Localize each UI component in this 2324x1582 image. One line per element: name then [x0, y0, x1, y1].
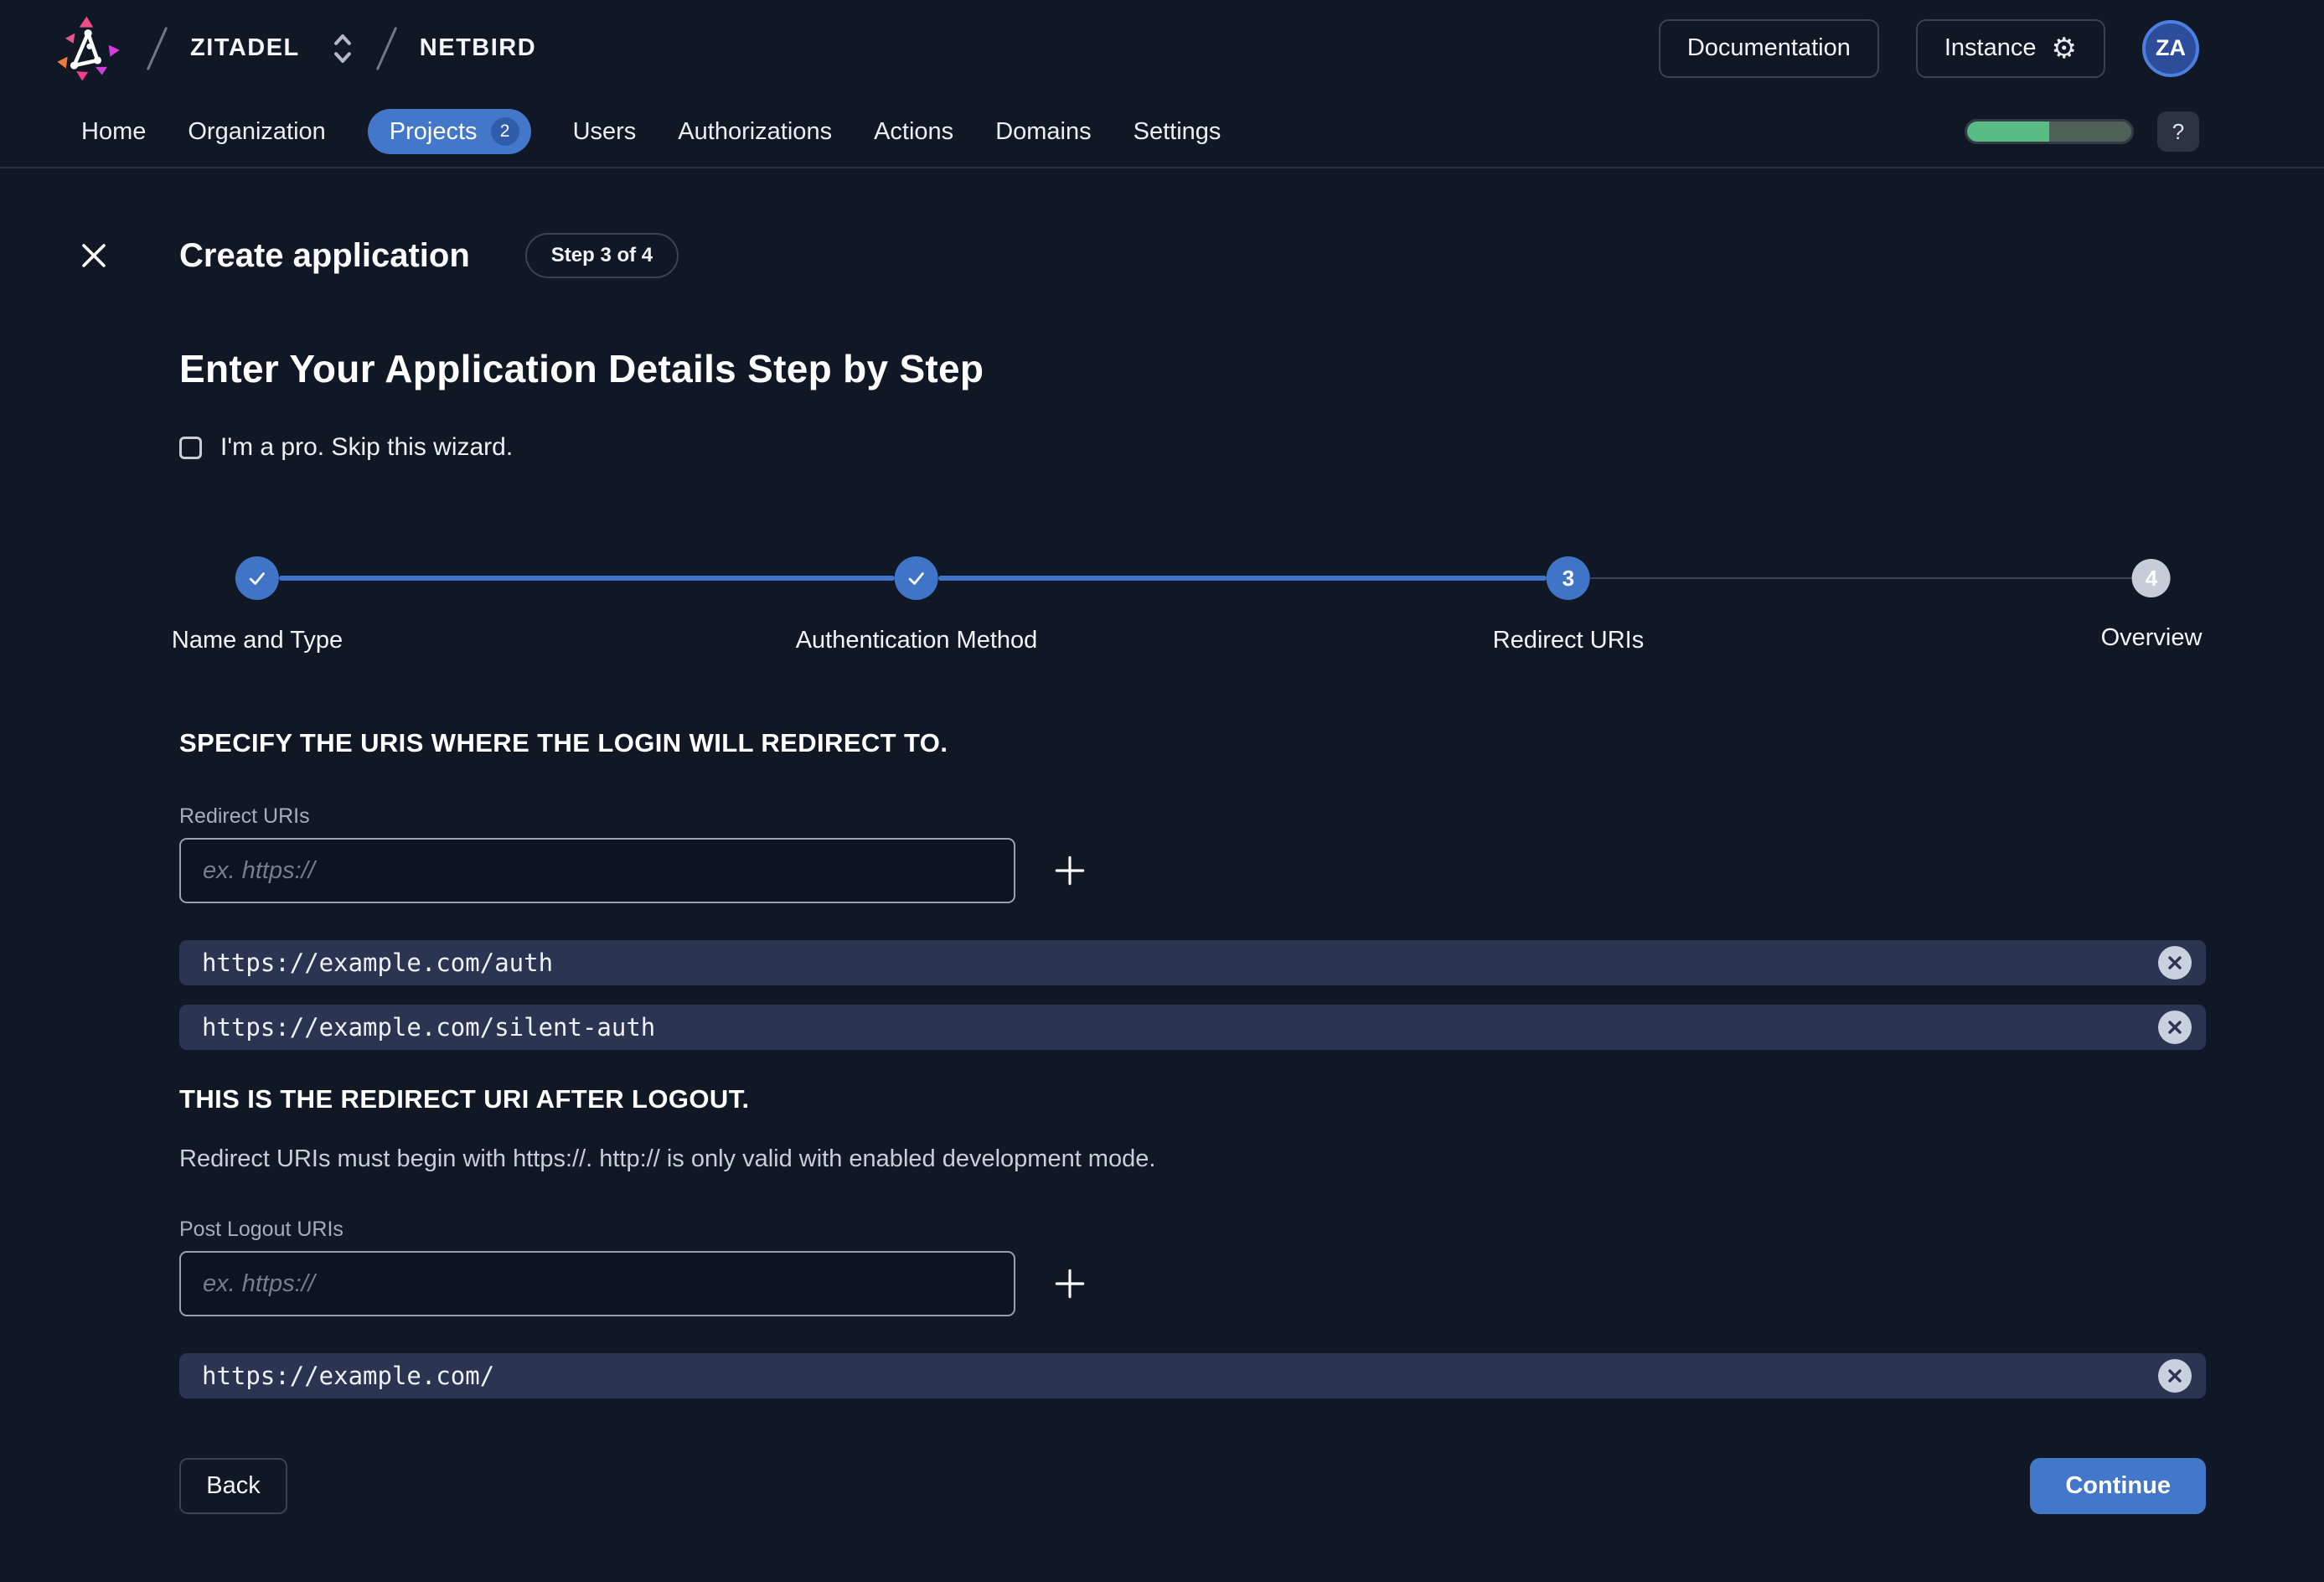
breadcrumb-separator	[147, 26, 168, 70]
redirect-uri-value: https://example.com/silent-auth	[202, 1013, 655, 1042]
logout-section-note: Redirect URIs must begin with https://. …	[179, 1145, 2206, 1173]
stepper-connector-todo	[1590, 577, 2132, 579]
step-label: Overview	[2101, 624, 2203, 652]
remove-icon	[2166, 1367, 2183, 1384]
header-actions: Documentation Instance ⚙ ZA	[1659, 19, 2199, 78]
step-badge: Step 3 of 4	[525, 233, 679, 278]
skip-wizard-label: I'm a pro. Skip this wizard.	[220, 433, 513, 462]
plus-icon	[1051, 851, 1089, 890]
quota-progress-fill	[1967, 121, 2049, 142]
nav-item-organization[interactable]: Organization	[188, 118, 325, 146]
step-label: Redirect URIs	[1493, 627, 1645, 654]
post-logout-uri-chip: https://example.com/	[179, 1353, 2206, 1398]
breadcrumb-project[interactable]: NETBIRD	[420, 34, 536, 62]
main-nav: Home Organization Projects 2 Users Autho…	[0, 96, 2324, 168]
zitadel-logo-icon[interactable]	[54, 13, 124, 84]
avatar[interactable]: ZA	[2142, 20, 2199, 77]
documentation-label: Documentation	[1687, 34, 1851, 62]
step-label: Authentication Method	[796, 627, 1038, 654]
step-overview: 4 Overview	[2101, 556, 2203, 652]
close-button[interactable]	[79, 240, 109, 271]
avatar-initials: ZA	[2156, 35, 2186, 61]
nav-item-actions[interactable]: Actions	[874, 118, 953, 146]
step-authentication-method: Authentication Method	[796, 556, 1038, 654]
step-done-circle	[895, 556, 938, 600]
post-logout-uri-input[interactable]	[179, 1251, 1015, 1316]
step-done-circle	[235, 556, 279, 600]
nav-item-projects-label: Projects	[390, 118, 478, 146]
post-logout-uris-label: Post Logout URIs	[179, 1218, 2206, 1242]
redirect-uri-input[interactable]	[179, 838, 1015, 903]
breadcrumb: ZITADEL NETBIRD	[54, 13, 536, 84]
redirect-section-heading: SPECIFY THE URIS WHERE THE LOGIN WILL RE…	[179, 728, 2206, 758]
org-switcher-icon[interactable]	[332, 30, 354, 67]
continue-button[interactable]: Continue	[2030, 1458, 2206, 1514]
wizard-actions: Back Continue	[179, 1458, 2206, 1514]
check-icon	[246, 567, 268, 589]
help-button[interactable]: ?	[2157, 111, 2199, 152]
projects-count-badge: 2	[491, 117, 519, 146]
post-logout-uri-value: https://example.com/	[202, 1362, 494, 1390]
nav-item-authorizations[interactable]: Authorizations	[678, 118, 832, 146]
gear-icon: ⚙	[2052, 34, 2077, 63]
redirect-uris-label: Redirect URIs	[179, 804, 2206, 829]
breadcrumb-separator	[376, 26, 398, 70]
wizard-stepper: Name and Type Authentication Method 3 Re…	[179, 556, 2206, 655]
remove-uri-button[interactable]	[2158, 1359, 2192, 1393]
create-application-wizard: Create application Step 3 of 4 Enter You…	[0, 234, 2324, 1514]
instance-label: Instance	[1944, 34, 2037, 62]
logout-section-heading: THIS IS THE REDIRECT URI AFTER LOGOUT.	[179, 1084, 2206, 1114]
redirect-uri-value: https://example.com/auth	[202, 949, 553, 977]
redirect-uri-chip: https://example.com/silent-auth	[179, 1005, 2206, 1050]
nav-item-domains[interactable]: Domains	[995, 118, 1091, 146]
breadcrumb-org[interactable]: ZITADEL	[190, 34, 300, 62]
plus-icon	[1051, 1264, 1089, 1303]
close-icon	[79, 240, 109, 271]
nav-item-projects[interactable]: Projects 2	[368, 109, 531, 154]
remove-icon	[2166, 954, 2183, 971]
nav-item-settings[interactable]: Settings	[1134, 118, 1221, 146]
wizard-heading: Enter Your Application Details Step by S…	[179, 346, 2206, 391]
remove-uri-button[interactable]	[2158, 1011, 2192, 1044]
check-icon	[906, 567, 927, 589]
nav-item-users[interactable]: Users	[573, 118, 637, 146]
nav-item-home[interactable]: Home	[81, 118, 146, 146]
remove-uri-button[interactable]	[2158, 946, 2192, 980]
redirect-uri-chip: https://example.com/auth	[179, 940, 2206, 985]
quota-progress-bar	[1965, 119, 2134, 144]
step-label: Name and Type	[172, 627, 343, 654]
page-title: Create application	[179, 237, 470, 275]
back-button[interactable]: Back	[179, 1458, 287, 1514]
add-redirect-uri-button[interactable]	[1051, 851, 1089, 890]
step-redirect-uris: 3 Redirect URIs	[1493, 556, 1645, 654]
remove-icon	[2166, 1019, 2183, 1036]
step-name-and-type: Name and Type	[172, 556, 343, 654]
skip-wizard-checkbox[interactable]	[179, 437, 202, 459]
skip-wizard-row[interactable]: I'm a pro. Skip this wizard.	[179, 433, 513, 462]
top-header: ZITADEL NETBIRD Documentation Instance ⚙…	[0, 0, 2324, 96]
add-post-logout-uri-button[interactable]	[1051, 1264, 1089, 1303]
step-active-circle: 3	[1547, 556, 1590, 600]
step-upcoming-circle: 4	[2132, 559, 2171, 597]
instance-button[interactable]: Instance ⚙	[1916, 19, 2105, 78]
documentation-button[interactable]: Documentation	[1659, 19, 1879, 78]
